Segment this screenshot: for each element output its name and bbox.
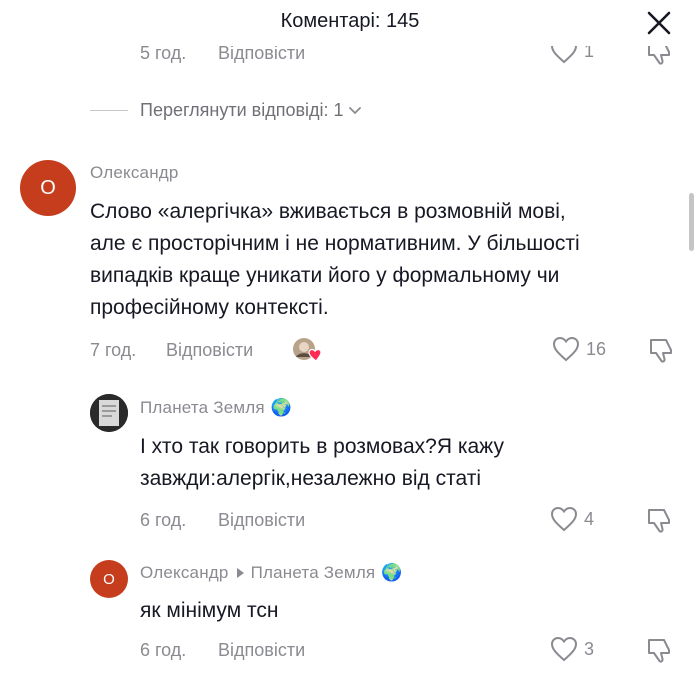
dislike-button[interactable] — [646, 636, 672, 669]
like-button[interactable]: 1 — [550, 46, 594, 64]
dislike-icon — [648, 46, 670, 65]
dislike-button[interactable] — [648, 336, 674, 369]
reply-button[interactable]: Відповісти — [166, 340, 253, 361]
comment-author[interactable]: Олександр — [90, 163, 179, 183]
author-name: Олександр — [90, 163, 179, 182]
like-count: 1 — [584, 46, 595, 61]
avatar[interactable]: O — [20, 160, 76, 216]
chevron-down-icon — [348, 106, 361, 114]
comment-text: Слово «алергічка» вживається в розмовній… — [90, 196, 670, 324]
comment-author[interactable]: Олександр Планета Земля 🌍 — [140, 563, 403, 583]
reply-button[interactable]: Відповісти — [218, 46, 305, 64]
comment-line: випадків краще уникати його у формальном… — [90, 264, 560, 287]
avatar-letter: O — [103, 570, 115, 588]
reply-button[interactable]: Відповісти — [218, 640, 305, 661]
comment-text: І хто так говорить в розмовах?Я кажу зав… — [140, 431, 680, 495]
author-name: Олександр — [140, 563, 229, 582]
previous-comment-actions: 5 год. Відповісти 1 — [0, 46, 700, 68]
like-count: 3 — [584, 638, 595, 659]
view-replies-label: Переглянути відповіді: 1 — [140, 100, 344, 120]
comments-title: Коментарі: 145 — [280, 10, 420, 32]
avatar[interactable] — [90, 394, 128, 432]
like-button[interactable]: 16 — [552, 336, 606, 362]
avatar[interactable]: O — [90, 560, 128, 598]
comment-line: завжди:алергік,незалежно від статі — [140, 467, 482, 490]
heart-icon — [550, 506, 578, 532]
like-count: 16 — [586, 338, 607, 359]
comment-line: І хто так говорить в розмовах?Я кажу — [140, 435, 504, 458]
heart-icon — [552, 336, 580, 362]
comment-time: 6 год. — [140, 510, 187, 530]
reply-to-name[interactable]: Планета Земля — [251, 563, 376, 583]
avatar-image — [90, 394, 128, 432]
dislike-icon — [650, 339, 672, 363]
dislike-icon — [648, 639, 670, 663]
reply-button[interactable]: Відповісти — [218, 510, 305, 531]
dislike-button[interactable] — [646, 506, 672, 539]
globe-emoji-icon: 🌍 — [270, 398, 293, 418]
globe-emoji-icon: 🌍 — [381, 563, 403, 583]
author-name: Планета Земля — [140, 398, 265, 417]
avatar-letter: O — [40, 176, 56, 199]
comment-line: професійному контексті. — [90, 296, 329, 319]
divider-line — [90, 110, 128, 111]
close-icon — [647, 11, 671, 35]
like-count: 4 — [584, 508, 595, 529]
view-replies-button[interactable]: Переглянути відповіді: 1 — [90, 100, 362, 121]
comment-line: як мінімум тсн — [140, 599, 279, 622]
comment-author[interactable]: Планета Земля 🌍 — [140, 398, 292, 418]
dislike-button[interactable] — [646, 46, 672, 68]
like-button[interactable]: 3 — [550, 636, 594, 662]
comment-line: але є просторічним і не нормативним. У б… — [90, 232, 580, 255]
comment-line: Слово «алергічка» вживається в розмовній… — [90, 200, 566, 223]
comment-time: 5 год. — [140, 46, 187, 63]
close-button[interactable] — [644, 8, 674, 38]
creator-liked-badge — [292, 337, 326, 363]
like-button[interactable]: 4 — [550, 506, 594, 532]
comment-time: 7 год. — [90, 340, 137, 360]
heart-icon — [550, 636, 578, 662]
reply-arrow-icon — [236, 568, 244, 578]
heart-icon — [550, 46, 578, 64]
creator-liked-icon — [293, 338, 322, 362]
dislike-icon — [648, 509, 670, 533]
comment-text: як мінімум тсн — [140, 595, 680, 627]
comment-time: 6 год. — [140, 640, 187, 660]
scrollbar[interactable] — [689, 193, 694, 251]
